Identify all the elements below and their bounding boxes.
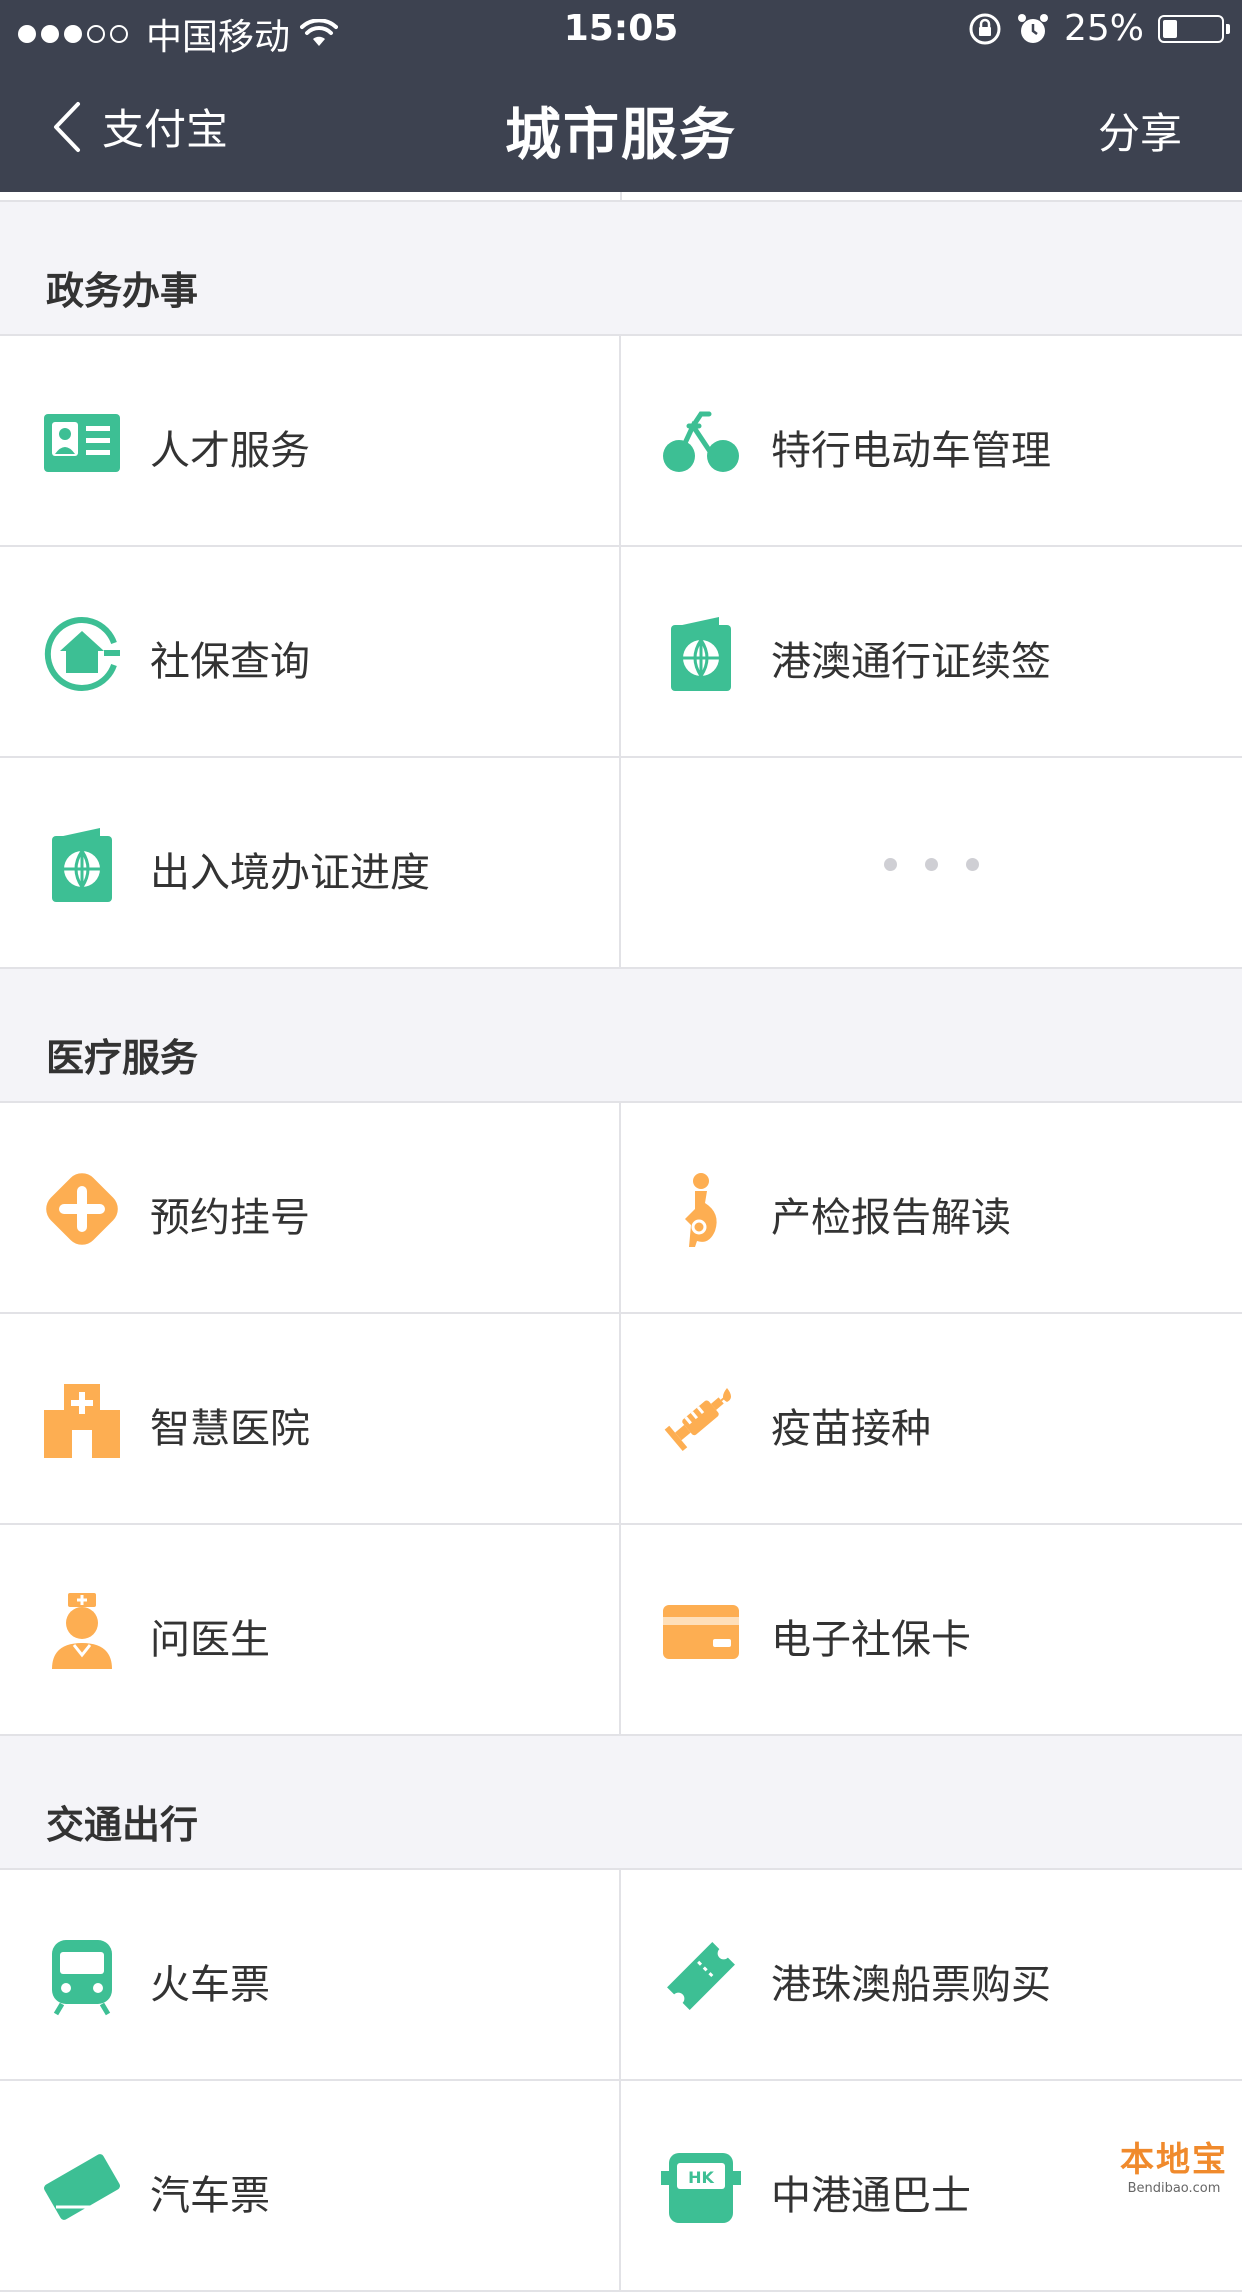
service-item[interactable]: 港珠澳船票购买 bbox=[621, 1870, 1242, 2081]
service-item[interactable]: 预约挂号 bbox=[0, 1103, 621, 1314]
syringe-icon bbox=[661, 1380, 741, 1460]
bus-ticket-icon bbox=[42, 2147, 122, 2227]
service-item[interactable]: 港澳通行证续签 bbox=[621, 547, 1242, 758]
ellipsis-icon bbox=[621, 858, 1242, 871]
medical-cross-icon bbox=[42, 1169, 122, 1249]
pregnancy-icon bbox=[661, 1169, 741, 1249]
service-item-label: 人才服务 bbox=[150, 428, 310, 474]
top-bar: 中国移动 15:05 25% 支付宝 城市服务 分享 bbox=[0, 0, 1242, 192]
section-title: 医疗服务 bbox=[46, 1036, 199, 1080]
passport-icon bbox=[42, 824, 122, 904]
home-circle-icon bbox=[42, 613, 122, 693]
more-button[interactable] bbox=[621, 758, 1242, 969]
battery-icon bbox=[1158, 14, 1230, 43]
watermark-logo: 本地宝 Bendibao.com bbox=[1120, 2132, 1228, 2196]
nurse-icon bbox=[42, 1591, 122, 1671]
service-item[interactable]: 汽车票 bbox=[0, 2081, 621, 2292]
passport-icon bbox=[661, 613, 741, 693]
service-item-label: 特行电动车管理 bbox=[771, 428, 1051, 474]
share-button[interactable]: 分享 bbox=[1098, 100, 1182, 161]
service-item-label: 出入境办证进度 bbox=[150, 850, 430, 896]
id-card-icon bbox=[42, 402, 122, 482]
service-item-label: 港珠澳船票购买 bbox=[771, 1962, 1051, 2008]
section-header: 政务办事 bbox=[0, 202, 1242, 336]
svg-text:HK: HK bbox=[688, 2168, 714, 2187]
services-list: 政务办事 人才服务 特行电动车管理 社保查询 港澳通行证续签 出入境办证进度 医… bbox=[0, 202, 1242, 2292]
status-bar: 中国移动 15:05 25% bbox=[0, 0, 1242, 62]
section-title: 交通出行 bbox=[46, 1803, 199, 1847]
service-item[interactable]: 出入境办证进度 bbox=[0, 758, 621, 969]
section-title: 政务办事 bbox=[46, 269, 199, 313]
service-item[interactable]: 火车票 bbox=[0, 1870, 621, 2081]
service-item-label: 汽车票 bbox=[150, 2173, 270, 2219]
section-header: 交通出行 bbox=[0, 1736, 1242, 1870]
service-item[interactable]: 疫苗接种 bbox=[621, 1314, 1242, 1525]
service-grid: 火车票 港珠澳船票购买 汽车票 HK 中港通巴士 bbox=[0, 1870, 1242, 2292]
previous-section-edge bbox=[0, 192, 1242, 202]
service-item-label: 中港通巴士 bbox=[771, 2173, 971, 2219]
service-item-label: 社保查询 bbox=[150, 639, 310, 685]
service-item-label: 电子社保卡 bbox=[771, 1617, 971, 1663]
watermark-url: Bendibao.com bbox=[1127, 2181, 1221, 2196]
service-item[interactable]: 电子社保卡 bbox=[621, 1525, 1242, 1736]
service-item[interactable]: 产检报告解读 bbox=[621, 1103, 1242, 1314]
alarm-icon bbox=[1017, 13, 1048, 43]
service-item-label: 智慧医院 bbox=[150, 1406, 310, 1452]
service-item[interactable]: 社保查询 bbox=[0, 547, 621, 758]
service-grid: 人才服务 特行电动车管理 社保查询 港澳通行证续签 出入境办证进度 bbox=[0, 336, 1242, 969]
service-item-label: 疫苗接种 bbox=[771, 1406, 931, 1452]
bicycle-icon bbox=[661, 402, 741, 482]
hospital-icon bbox=[42, 1380, 122, 1460]
page-title: 城市服务 bbox=[505, 103, 737, 168]
service-item[interactable]: 智慧医院 bbox=[0, 1314, 621, 1525]
card-icon bbox=[661, 1591, 741, 1671]
battery-percent: 25% bbox=[1063, 8, 1144, 49]
service-item-label: 产检报告解读 bbox=[771, 1195, 1011, 1241]
status-right: 25% bbox=[968, 8, 1230, 49]
hk-bus-icon: HK bbox=[661, 2147, 741, 2227]
ticket-icon bbox=[661, 1936, 741, 2016]
service-item[interactable]: 特行电动车管理 bbox=[621, 336, 1242, 547]
service-item[interactable]: 人才服务 bbox=[0, 336, 621, 547]
nav-bar: 支付宝 城市服务 分享 bbox=[0, 62, 1242, 192]
service-item-label: 港澳通行证续签 bbox=[771, 639, 1051, 685]
rotation-lock-icon bbox=[969, 13, 1001, 44]
train-icon bbox=[42, 1936, 122, 2016]
service-item-label: 问医生 bbox=[150, 1617, 270, 1663]
service-item-label: 预约挂号 bbox=[150, 1195, 310, 1241]
service-item-label: 火车票 bbox=[150, 1962, 270, 2008]
watermark-text: 本地宝 bbox=[1120, 2140, 1228, 2180]
section-header: 医疗服务 bbox=[0, 969, 1242, 1103]
service-grid: 预约挂号 产检报告解读 智慧医院 疫苗接种 问医生 电子社保卡 bbox=[0, 1103, 1242, 1736]
service-item[interactable]: 问医生 bbox=[0, 1525, 621, 1736]
